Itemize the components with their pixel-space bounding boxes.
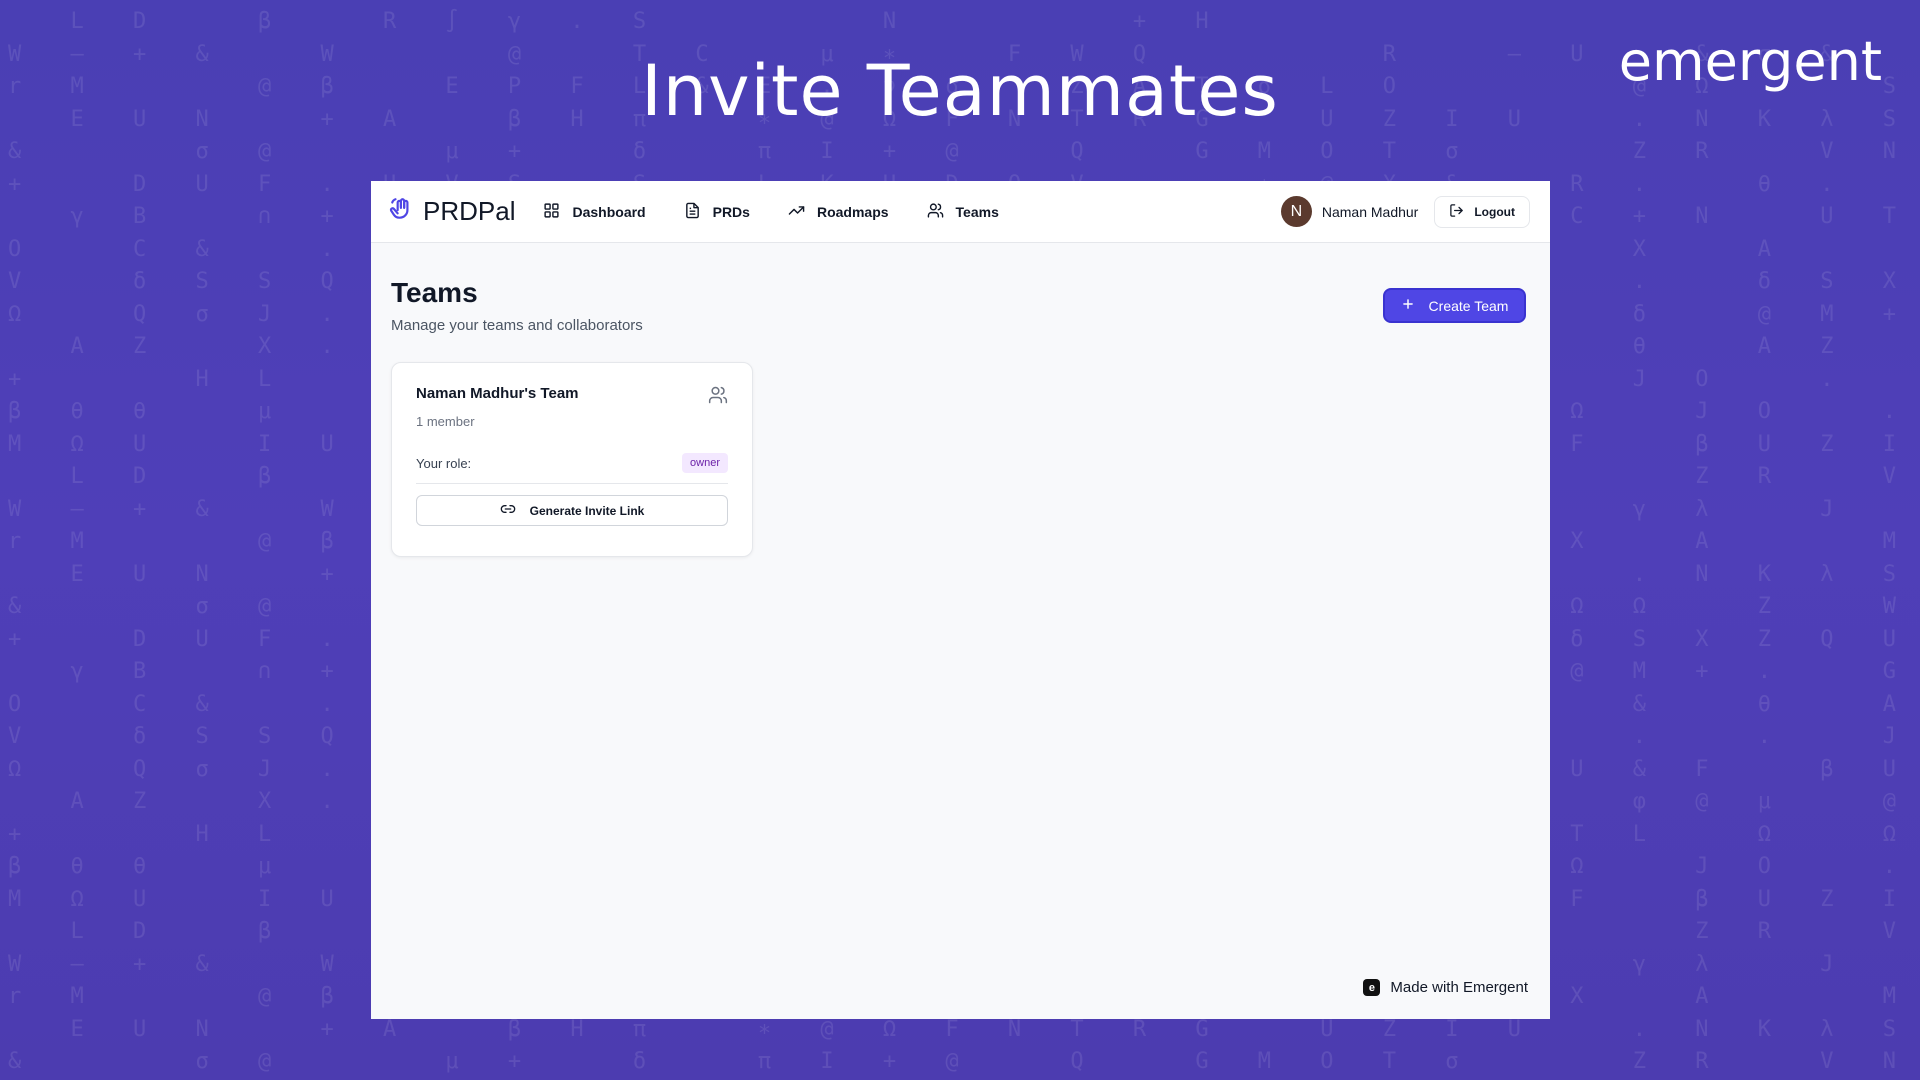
user-menu[interactable]: N Naman Madhur [1280,196,1419,227]
logout-button[interactable]: Logout [1434,195,1530,228]
nav-teams[interactable]: Teams [927,202,999,222]
logout-label: Logout [1474,204,1515,219]
top-navbar: PRDPal Dashboard PRDs Roadmaps Teams N N… [371,181,1550,243]
create-team-button[interactable]: Create Team [1383,288,1526,323]
nav-label: PRDs [712,203,750,220]
create-team-label: Create Team [1428,297,1509,314]
hand-wave-icon [389,196,415,227]
emergent-logo: emergent [1618,30,1882,93]
users-icon [708,385,728,410]
nav-dashboard[interactable]: Dashboard [543,202,646,222]
member-count: 1 member [416,414,475,429]
user-name: Naman Madhur [1321,203,1419,220]
link-icon [500,501,516,520]
plus-icon [1401,297,1415,314]
page-subtitle: Manage your teams and collaborators [391,317,643,334]
generate-invite-link-button[interactable]: Generate Invite Link [416,495,728,526]
team-name: Naman Madhur's Team [416,385,579,402]
invite-label: Generate Invite Link [529,503,645,518]
made-with-label: Made with Emergent [1390,979,1528,996]
role-label: Your role: [416,455,472,471]
page-title: Teams [391,277,478,308]
role-badge: owner [682,453,728,473]
app-name: PRDPal [423,196,516,226]
role-row: Your role: owner [416,453,728,484]
app-window: PRDPal Dashboard PRDs Roadmaps Teams N N… [371,181,1550,1019]
document-icon [684,202,701,222]
nav-roadmaps[interactable]: Roadmaps [788,202,889,222]
main-content: Teams Manage your teams and collaborator… [371,243,1550,1019]
app-logo[interactable]: PRDPal [389,196,515,227]
logout-icon [1449,203,1464,221]
nav-label: Roadmaps [816,203,889,220]
team-card[interactable]: Naman Madhur's Team 1 member Your role: … [391,362,753,557]
made-with-emergent-badge[interactable]: e Made with Emergent [1363,979,1528,996]
emergent-icon: e [1363,979,1381,996]
trending-up-icon [788,202,805,222]
grid-icon [543,202,560,222]
nav-label: Dashboard [572,203,646,220]
avatar: N [1280,196,1312,227]
users-icon [927,202,944,222]
nav-label: Teams [955,203,999,220]
nav-prds[interactable]: PRDs [684,202,750,222]
